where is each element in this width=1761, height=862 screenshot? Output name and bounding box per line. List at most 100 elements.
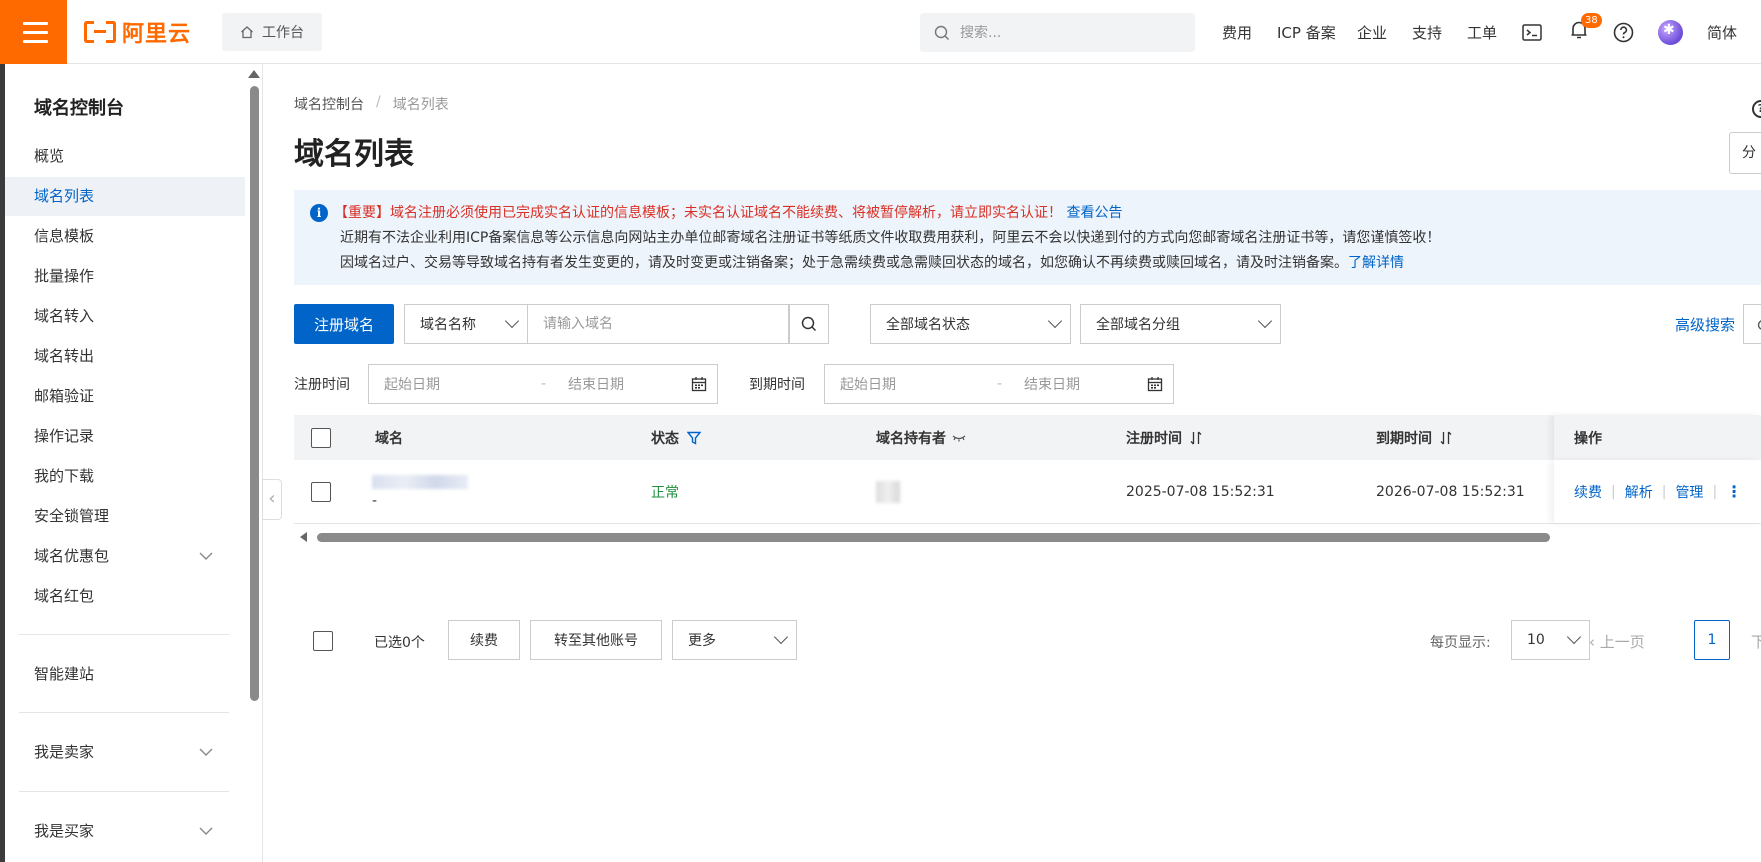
learn-more-link[interactable]: 了解详情	[1348, 255, 1404, 271]
help-button[interactable]	[1613, 0, 1634, 64]
holder-cell	[876, 460, 900, 523]
register-end-date[interactable]: 结束日期	[568, 374, 624, 394]
sidebar-item-site-builder[interactable]: 智能建站	[5, 655, 245, 694]
more-vertical-icon[interactable]: ⋮	[1726, 482, 1742, 501]
footer-select-all-checkbox[interactable]	[313, 631, 333, 651]
aliyun-logo-mark	[84, 21, 116, 43]
next-page-button[interactable]: 下	[1751, 631, 1761, 652]
sidebar-item-templates[interactable]: 信息模板	[5, 217, 245, 256]
sidebar-item-operation-log[interactable]: 操作记录	[5, 417, 245, 456]
sidebar-item-email-verify[interactable]: 邮箱验证	[5, 377, 245, 416]
horizontal-scroll-thumb[interactable]	[317, 533, 1550, 542]
user-avatar[interactable]	[1658, 20, 1683, 45]
settings-button[interactable]	[1743, 304, 1761, 344]
notice-banner: i 【重要】域名注册必须使用已完成实名认证的信息模板；未实名认证域名不能续费、将…	[294, 190, 1761, 285]
row-checkbox[interactable]	[311, 481, 331, 502]
sidebar-item-discount-pack[interactable]: 域名优惠包	[5, 537, 245, 576]
register-start-date[interactable]: 起始日期	[384, 374, 440, 394]
sort-icon[interactable]	[1190, 431, 1202, 445]
sidebar-title: 域名控制台	[34, 98, 124, 119]
nav-icp[interactable]: ICP 备案	[1277, 0, 1336, 64]
search-icon	[934, 25, 949, 40]
global-search-input[interactable]	[960, 24, 1160, 41]
expire-time-label: 到期时间	[749, 377, 805, 393]
sidebar-item-downloads[interactable]: 我的下载	[5, 457, 245, 496]
sidebar-scrollbar[interactable]	[246, 64, 263, 862]
dns-resolve-link[interactable]: 解析	[1625, 482, 1653, 502]
notification-button[interactable]: 38	[1570, 0, 1602, 64]
prev-page-label: 上一页	[1599, 633, 1645, 651]
sidebar-item-buyer[interactable]: 我是买家	[5, 812, 245, 851]
holder-redacted	[876, 480, 900, 503]
scroll-up-arrow[interactable]	[248, 70, 260, 78]
register-date-range[interactable]: 起始日期 - 结束日期	[368, 364, 718, 404]
page-size-select[interactable]: 10	[1511, 620, 1590, 660]
scroll-thumb[interactable]	[250, 86, 259, 701]
register-domain-button[interactable]: 注册域名	[294, 304, 394, 344]
domain-name-redacted[interactable]	[372, 474, 468, 489]
chevron-left-icon: ‹	[1589, 633, 1600, 651]
sidebar-item-domain-list[interactable]: 域名列表	[5, 177, 245, 216]
group-filter-select[interactable]: 全部域名分组	[1080, 304, 1281, 344]
expire-end-date[interactable]: 结束日期	[1024, 374, 1080, 394]
domain-sub-text: -	[372, 492, 378, 509]
sidebar-item-red-packet[interactable]: 域名红包	[5, 577, 245, 616]
menu-button[interactable]	[0, 0, 67, 64]
batch-renew-button[interactable]: 续费	[448, 620, 520, 660]
question-circle-icon[interactable]: ?	[1752, 100, 1761, 118]
expire-start-date[interactable]: 起始日期	[840, 374, 896, 394]
col-holder: 域名持有者	[876, 415, 966, 460]
workbench-button[interactable]: 工作台	[222, 13, 322, 51]
table-header: 域名 状态 域名持有者 注册时间 到期时间 操作	[294, 415, 1761, 460]
page-size-value: 10	[1527, 632, 1545, 648]
expire-date-range[interactable]: 起始日期 - 结束日期	[824, 364, 1174, 404]
domain-search-button[interactable]	[789, 304, 829, 344]
home-icon	[241, 26, 253, 39]
sidebar-item-batch[interactable]: 批量操作	[5, 257, 245, 296]
select-all-checkbox[interactable]	[311, 427, 331, 448]
advanced-search-link[interactable]: 高级搜索	[1675, 314, 1735, 335]
table-horizontal-scrollbar[interactable]	[294, 530, 1761, 544]
breadcrumb-separator: /	[376, 94, 381, 110]
nav-support[interactable]: 支持	[1412, 0, 1442, 64]
nav-ticket[interactable]: 工单	[1467, 0, 1497, 64]
sidebar-divider	[19, 791, 229, 792]
sidebar-divider	[19, 712, 229, 713]
workbench-label: 工作台	[262, 25, 304, 41]
col-actions-label: 操作	[1574, 430, 1602, 447]
nav-fees[interactable]: 费用	[1222, 0, 1252, 64]
view-announcement-link[interactable]: 查看公告	[1066, 205, 1122, 221]
page-number-1[interactable]: 1	[1694, 620, 1730, 660]
search-type-select[interactable]: 域名名称	[404, 304, 528, 344]
eye-closed-icon[interactable]	[952, 433, 966, 443]
sidebar-item-security-lock[interactable]: 安全锁管理	[5, 497, 245, 536]
language-switch[interactable]: 简体	[1707, 0, 1737, 64]
manage-link[interactable]: 管理	[1675, 482, 1703, 502]
breadcrumb-root[interactable]: 域名控制台	[294, 94, 364, 114]
prev-page-button[interactable]: ‹ 上一页	[1589, 631, 1645, 652]
sidebar-item-transfer-out[interactable]: 域名转出	[5, 337, 245, 376]
selected-count: 已选0个	[374, 635, 425, 651]
nav-enterprise[interactable]: 企业	[1357, 0, 1387, 64]
select-all-cell	[311, 415, 331, 460]
share-button[interactable]: 分	[1729, 132, 1761, 174]
status-badge: 正常	[651, 484, 679, 501]
more-actions-select[interactable]: 更多	[672, 620, 797, 660]
aliyun-logo[interactable]: 阿里云	[84, 18, 191, 47]
sidebar-item-transfer-in[interactable]: 域名转入	[5, 297, 245, 336]
sidebar-item-overview[interactable]: 概览	[5, 137, 245, 176]
sidebar-item-seller[interactable]: 我是卖家	[5, 733, 245, 772]
status-filter-select[interactable]: 全部域名状态	[870, 304, 1071, 344]
transfer-account-button[interactable]: 转至其他账号	[530, 620, 662, 660]
scroll-left-arrow[interactable]	[300, 532, 307, 542]
chevron-down-icon	[1047, 313, 1063, 329]
terminal-button[interactable]	[1522, 0, 1542, 64]
filter-icon[interactable]	[687, 431, 701, 445]
sidebar-item-label: 我是卖家	[34, 743, 95, 761]
register-time-label: 注册时间	[294, 377, 350, 393]
sort-icon[interactable]	[1440, 431, 1452, 445]
renew-link[interactable]: 续费	[1574, 482, 1602, 502]
domain-search-input[interactable]	[528, 304, 789, 344]
global-search[interactable]	[920, 13, 1195, 52]
menu-icon-bar	[23, 40, 48, 43]
